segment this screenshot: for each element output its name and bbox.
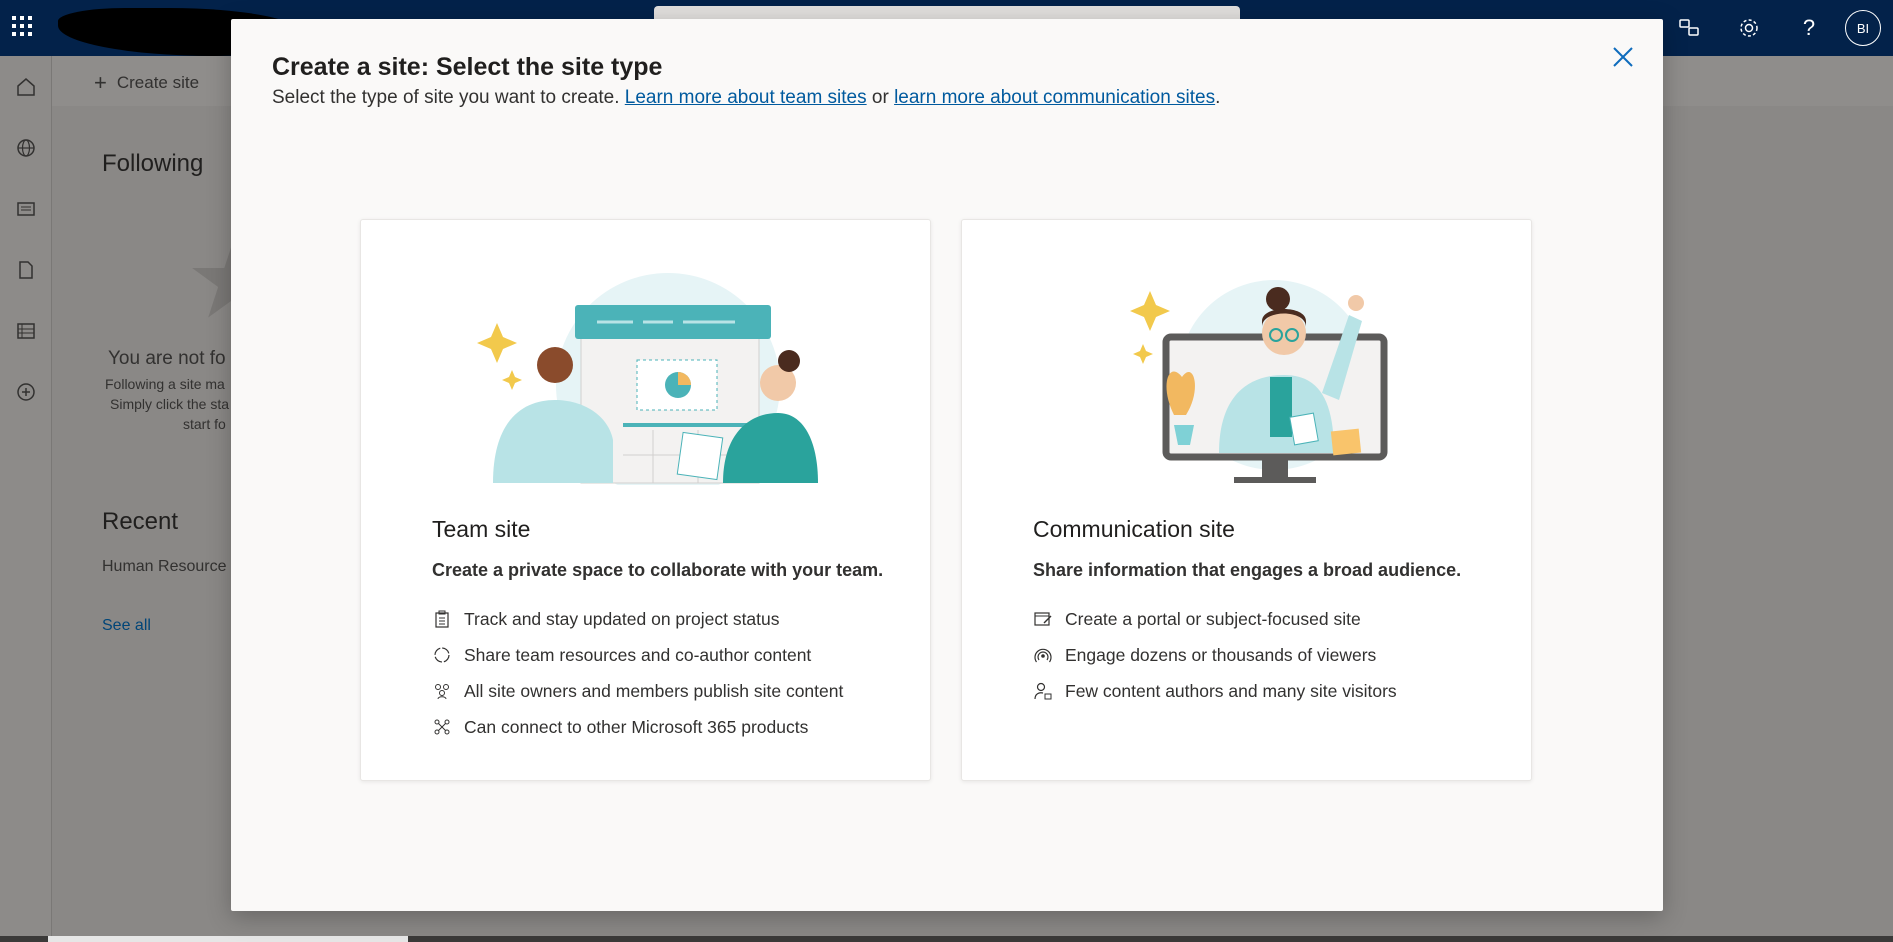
close-button[interactable] <box>1605 39 1641 75</box>
help-icon[interactable]: ? <box>1779 0 1839 56</box>
suite-actions: ? BI <box>1659 0 1893 56</box>
page-edit-icon <box>1033 609 1053 629</box>
team-site-illustration <box>477 273 818 485</box>
broadcast-icon <box>1033 645 1053 665</box>
feature-label: Create a portal or subject-focused site <box>1065 608 1361 629</box>
settings-gear-icon[interactable] <box>1719 0 1779 56</box>
create-site-dialog: Create a site: Select the site type Sele… <box>231 19 1663 911</box>
list-item: Can connect to other Microsoft 365 produ… <box>432 709 843 745</box>
left-nav-rail <box>0 56 52 942</box>
list-item: Few content authors and many site visito… <box>1033 673 1397 709</box>
see-all-link[interactable]: See all <box>102 617 151 635</box>
feature-label: Few content authors and many site visito… <box>1065 680 1397 701</box>
team-site-card[interactable]: Team site Create a private space to coll… <box>360 219 931 781</box>
communication-site-description: Share information that engages a broad a… <box>1033 560 1462 580</box>
communication-site-card[interactable]: Communication site Share information tha… <box>961 219 1532 781</box>
clipboard-icon <box>432 609 452 629</box>
recent-heading: Recent <box>102 508 179 535</box>
globe-icon[interactable] <box>0 117 52 178</box>
recent-site-link[interactable]: Human Resource <box>102 558 227 576</box>
communication-site-illustration <box>1130 280 1388 483</box>
news-icon[interactable] <box>0 178 52 239</box>
subtitle-text: Select the type of site you want to crea… <box>272 87 625 108</box>
create-site-label: Create site <box>116 73 200 92</box>
app-launcher-icon[interactable] <box>8 12 36 40</box>
person-key-icon <box>1033 681 1053 701</box>
team-site-description: Create a private space to collaborate wi… <box>432 560 884 580</box>
list-item: Track and stay updated on project status <box>432 601 843 637</box>
list-item: All site owners and members publish site… <box>432 673 843 709</box>
following-heading: Following <box>102 150 204 177</box>
sync-icon <box>432 645 452 665</box>
list-item: Create a portal or subject-focused site <box>1033 601 1397 637</box>
empty-state-line: Simply click the sta <box>110 396 230 412</box>
create-plus-icon[interactable] <box>0 361 52 422</box>
connect-icon <box>432 717 452 737</box>
chat-feedback-icon[interactable] <box>1659 0 1719 56</box>
document-icon[interactable] <box>0 239 52 300</box>
communication-site-title: Communication site <box>1033 516 1235 542</box>
empty-state-line: Following a site ma <box>105 376 225 392</box>
list-icon[interactable] <box>0 300 52 361</box>
plus-icon: + <box>94 70 107 95</box>
feature-label: Engage dozens or thousands of viewers <box>1065 644 1377 665</box>
bottom-strip <box>0 936 1893 942</box>
list-item: Share team resources and co-author conte… <box>432 637 843 673</box>
people-icon <box>432 681 452 701</box>
close-icon <box>1613 47 1633 67</box>
subtitle-text: or <box>866 87 895 108</box>
comm-sites-learn-more-link[interactable]: learn more about communication sites <box>894 87 1215 108</box>
dialog-title: Create a site: Select the site type <box>272 53 663 81</box>
create-site-button[interactable]: + Create site <box>94 70 199 96</box>
team-site-title: Team site <box>432 516 531 542</box>
communication-site-features: Create a portal or subject-focused site … <box>1033 601 1397 709</box>
feature-label: Track and stay updated on project status <box>464 608 780 629</box>
empty-state-title: You are not fo <box>108 348 226 369</box>
team-sites-learn-more-link[interactable]: Learn more about team sites <box>625 87 867 108</box>
list-item: Engage dozens or thousands of viewers <box>1033 637 1397 673</box>
feature-label: Can connect to other Microsoft 365 produ… <box>464 716 809 737</box>
feature-label: All site owners and members publish site… <box>464 680 844 701</box>
subtitle-text: . <box>1215 87 1221 108</box>
home-icon[interactable] <box>0 56 52 117</box>
empty-state-line: start fo <box>183 416 226 432</box>
dialog-subtitle: Select the type of site you want to crea… <box>272 87 1220 109</box>
feature-label: Share team resources and co-author conte… <box>464 644 812 665</box>
avatar[interactable]: BI <box>1845 10 1881 46</box>
search-box[interactable] <box>654 6 1240 20</box>
team-site-features: Track and stay updated on project status… <box>432 601 843 745</box>
